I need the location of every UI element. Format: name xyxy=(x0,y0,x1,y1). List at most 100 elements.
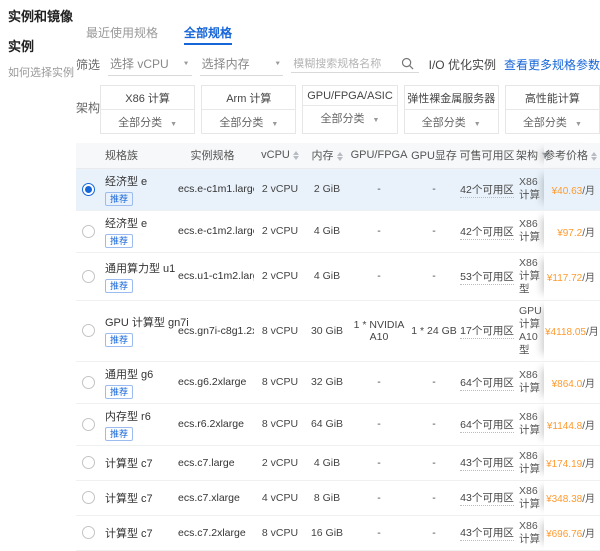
row-radio[interactable] xyxy=(82,456,95,469)
search-icon[interactable] xyxy=(401,57,414,70)
price-unit: /月 xyxy=(582,459,595,470)
arch-card-subselect[interactable]: 全部分类 ▼ xyxy=(101,110,194,133)
main-content: 最近使用规格 全部规格 筛选 选择 vCPU ▼ 选择内存 ▼ I/O 优化实例… xyxy=(76,24,600,551)
instance-spec: ecs.g6.2xlarge xyxy=(171,361,254,404)
zones-link[interactable]: 42个可用区 xyxy=(460,183,514,198)
col-vcpu-header[interactable]: vCPU xyxy=(254,143,306,169)
row-radio[interactable] xyxy=(82,526,95,539)
tab-all-specs[interactable]: 全部规格 xyxy=(184,24,233,45)
arch-card-gpu-fpga-asic[interactable]: GPU/FPGA/ASIC 全部分类 ▼ xyxy=(302,85,398,134)
row-radio[interactable] xyxy=(82,375,95,389)
arch-card-hpc[interactable]: 高性能计算 全部分类 ▼ xyxy=(504,85,600,134)
zones-link[interactable]: 17个可用区 xyxy=(460,325,514,339)
sidebar-item-instance: 实例 xyxy=(8,39,35,54)
sort-icon[interactable] xyxy=(292,150,299,160)
price-unit: /月 xyxy=(582,227,595,239)
row-radio[interactable] xyxy=(82,491,95,504)
zones-link[interactable]: 43个可用区 xyxy=(460,492,514,506)
gpu-memory-value: - xyxy=(410,445,458,481)
arch-card-subselect[interactable]: 全部分类 ▼ xyxy=(303,106,396,129)
vcpu-value: 2 vCPU xyxy=(254,445,306,481)
arch-card-subselect[interactable]: 全部分类 ▼ xyxy=(506,110,599,133)
family-name: 计算型 c7 xyxy=(105,492,153,505)
row-radio[interactable] xyxy=(82,269,95,283)
arch-card-title[interactable]: X86 计算 xyxy=(101,86,195,110)
gpu-value: - xyxy=(348,361,410,404)
row-radio[interactable] xyxy=(82,417,95,431)
zones-link[interactable]: 64个可用区 xyxy=(460,376,514,391)
vcpu-value: 8 vCPU xyxy=(254,361,306,404)
gpu-memory-value: - xyxy=(410,252,458,301)
page-title: 实例和镜像 xyxy=(8,9,74,24)
col-arch-header[interactable]: 架构 xyxy=(516,143,549,169)
search-input[interactable] xyxy=(293,57,402,70)
gpu-value: 1 * NVIDIA A10 xyxy=(348,300,410,362)
gpu-memory-value: 1 * 24 GB xyxy=(410,300,458,362)
gpu-memory-value: - xyxy=(410,403,458,446)
zones-link[interactable]: 53个可用区 xyxy=(460,270,514,285)
zones-link[interactable]: 64个可用区 xyxy=(460,418,514,433)
table-row[interactable]: 计算型 c7 ecs.c7.2xlarge 8 vCPU 16 GiB - - … xyxy=(76,515,600,551)
spec-search-box xyxy=(291,55,419,73)
zones-link[interactable]: 43个可用区 xyxy=(460,527,514,541)
zones-link[interactable]: 43个可用区 xyxy=(460,457,514,471)
architecture-cards: X86 计算 全部分类 ▼ Arm 计算 全部分类 ▼ GPU/FPGA/ASIC … xyxy=(100,85,600,134)
price-unit: /月 xyxy=(582,185,595,197)
price-cell: ¥174.19/月 xyxy=(544,445,600,481)
table-row[interactable]: 经济型 e 推荐 ecs.e-c1m1.large 2 vCPU 2 GiB -… xyxy=(76,168,600,211)
sort-icon[interactable] xyxy=(336,151,343,161)
price-value: ¥117.72 xyxy=(546,272,583,284)
sort-icon[interactable] xyxy=(591,151,597,161)
arch-card-baremetal[interactable]: 弹性裸金属服务器 全部分类 ▼ xyxy=(403,85,499,134)
price-value: ¥1144.8 xyxy=(546,420,583,432)
arch-card-title[interactable]: GPU/FPGA/ASIC xyxy=(303,86,397,106)
table-row[interactable]: 计算型 c7 ecs.c7.xlarge 4 vCPU 8 GiB - - 43… xyxy=(76,480,600,516)
tab-recent-specs[interactable]: 最近使用规格 xyxy=(86,24,158,45)
instance-spec: ecs.c7.xlarge xyxy=(171,480,254,516)
table-row[interactable]: 通用型 g6 推荐 ecs.g6.2xlarge 8 vCPU 32 GiB -… xyxy=(76,361,600,404)
arch-card-subselect[interactable]: 全部分类 ▼ xyxy=(405,110,498,133)
col-vcpu-label: vCPU xyxy=(261,149,290,162)
family-name: 经济型 e xyxy=(105,217,148,230)
gpu-value: - xyxy=(348,210,410,253)
vcpu-select[interactable]: 选择 vCPU ▼ xyxy=(108,52,192,76)
table-row[interactable]: 通用算力型 u1 推荐 ecs.u1-c1m2.large 2 vCPU 4 G… xyxy=(76,252,600,301)
arch-card-title[interactable]: 高性能计算 xyxy=(505,86,600,110)
zones-link[interactable]: 42个可用区 xyxy=(460,225,514,240)
col-memory-header[interactable]: 内存 xyxy=(306,143,348,169)
table-row[interactable]: GPU 计算型 gn7i 推荐 ecs.gn7i-c8g1.2xlarge 8 … xyxy=(76,300,600,362)
table-row[interactable]: 计算型 c7 ecs.c7.large 2 vCPU 4 GiB - - 43个… xyxy=(76,445,600,481)
price-value: ¥40.63 xyxy=(551,185,583,197)
recommend-badge: 推荐 xyxy=(105,278,134,293)
row-radio[interactable] xyxy=(82,182,95,196)
price-value: ¥4118.05 xyxy=(545,327,586,338)
arch-card-title[interactable]: 弹性裸金属服务器 xyxy=(404,86,498,110)
memory-value: 4 GiB xyxy=(306,445,348,481)
arch-card-title[interactable]: Arm 计算 xyxy=(202,86,296,110)
gpu-value: - xyxy=(348,445,410,481)
chevron-down-icon: ▼ xyxy=(170,121,178,128)
arch-card-arm[interactable]: Arm 计算 全部分类 ▼ xyxy=(201,85,297,134)
memory-select[interactable]: 选择内存 ▼ xyxy=(199,52,284,76)
col-family-header: 规格族 xyxy=(101,143,171,169)
arch-card-subselect[interactable]: 全部分类 ▼ xyxy=(202,110,295,133)
arch-card-x86[interactable]: X86 计算 全部分类 ▼ xyxy=(100,85,196,134)
price-value: ¥696.76 xyxy=(546,529,583,540)
memory-value: 8 GiB xyxy=(306,480,348,516)
sidebar-link-how-to-choose[interactable]: 如何选择实例 xyxy=(8,64,74,80)
table-row[interactable]: 内存型 r6 推荐 ecs.r6.2xlarge 8 vCPU 64 GiB -… xyxy=(76,403,600,446)
table-row[interactable]: 经济型 e 推荐 ecs.e-c1m2.large 2 vCPU 4 GiB -… xyxy=(76,210,600,253)
more-spec-params-link[interactable]: 查看更多规格参数 xyxy=(504,56,600,73)
arch-value: X86 计算 xyxy=(516,515,544,551)
row-radio[interactable] xyxy=(82,224,95,238)
gpu-memory-value: - xyxy=(410,361,458,404)
arch-value: X86 计算 xyxy=(516,445,544,481)
col-price-header[interactable]: 参考价格 xyxy=(544,143,600,169)
gpu-value: - xyxy=(348,403,410,446)
price-cell: ¥696.76/月 xyxy=(544,515,600,551)
chevron-down-icon: ▼ xyxy=(473,121,481,128)
memory-value: 30 GiB xyxy=(306,300,348,362)
family-name: 通用算力型 u1 xyxy=(105,262,176,275)
price-unit: /月 xyxy=(582,529,595,540)
row-radio[interactable] xyxy=(82,324,95,337)
